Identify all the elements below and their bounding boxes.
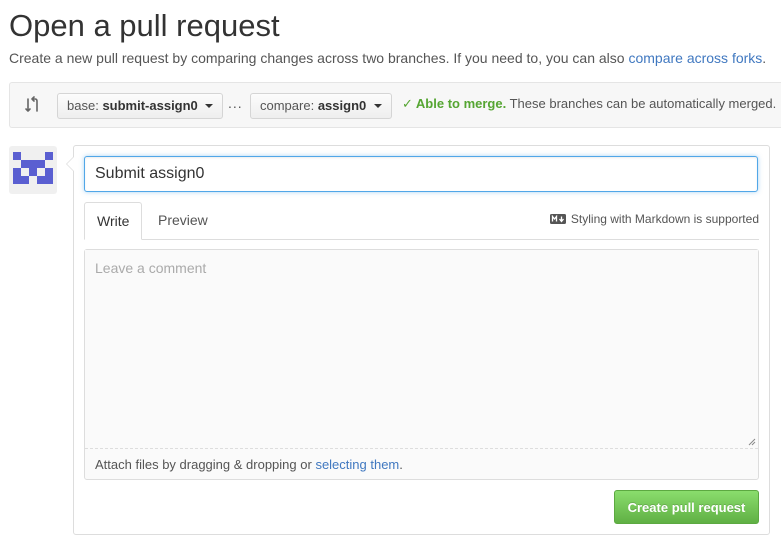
page-title: Open a pull request	[9, 8, 280, 43]
page-subtitle: Create a new pull request by comparing c…	[9, 48, 766, 68]
range-editor: base: submit-assign0 ... compare: assign…	[9, 82, 781, 128]
identicon-avatar	[13, 152, 53, 184]
git-compare-icon	[25, 96, 38, 112]
chevron-down-icon	[205, 103, 214, 108]
base-branch-name: submit-assign0	[102, 98, 198, 113]
merge-status: ✓ Able to merge. These branches can be au…	[402, 96, 776, 112]
markdown-icon	[549, 213, 566, 224]
base-branch-select[interactable]: base: submit-assign0	[57, 93, 224, 119]
subtitle-end: .	[762, 50, 767, 66]
compare-branch-select[interactable]: compare: assign0	[250, 93, 392, 119]
create-pull-request-button[interactable]: Create pull request	[614, 490, 759, 524]
tab-preview[interactable]: Preview	[146, 202, 220, 239]
resize-grip-icon[interactable]	[746, 436, 756, 446]
pull-request-page: Open a pull request Create a new pull re…	[0, 0, 781, 548]
chevron-down-icon	[373, 103, 382, 108]
merge-detail: These branches can be automatically merg…	[509, 96, 777, 111]
attach-text: Attach files by dragging & dropping or	[95, 457, 312, 472]
compare-prefix: compare:	[260, 98, 315, 113]
pull-request-form: Write Preview Styling with Markdown is s…	[66, 145, 770, 535]
attach-end: .	[399, 457, 403, 472]
compare-branch-name: assign0	[317, 98, 367, 113]
base-prefix: base:	[67, 98, 99, 113]
write-area: Attach files by dragging & dropping or s…	[84, 249, 759, 480]
avatar[interactable]	[9, 146, 57, 194]
title-input[interactable]	[84, 156, 758, 192]
range-ellipsis: ...	[228, 95, 243, 111]
selecting-them-link[interactable]: selecting them	[315, 457, 399, 472]
subtitle-text: Create a new pull request by comparing c…	[9, 50, 625, 66]
attach-files-bar[interactable]: Attach files by dragging & dropping or s…	[85, 448, 758, 479]
compare-across-forks-link[interactable]: compare across forks	[628, 50, 762, 66]
check-icon: ✓	[402, 96, 413, 111]
comment-textarea[interactable]	[85, 250, 758, 448]
editor-tabs: Write Preview Styling with Markdown is s…	[84, 202, 759, 240]
markdown-help[interactable]: Styling with Markdown is supported	[549, 212, 759, 226]
tab-write[interactable]: Write	[84, 202, 143, 240]
markdown-note: Styling with Markdown is supported	[570, 212, 759, 226]
merge-ok-label: Able to merge.	[415, 96, 507, 111]
